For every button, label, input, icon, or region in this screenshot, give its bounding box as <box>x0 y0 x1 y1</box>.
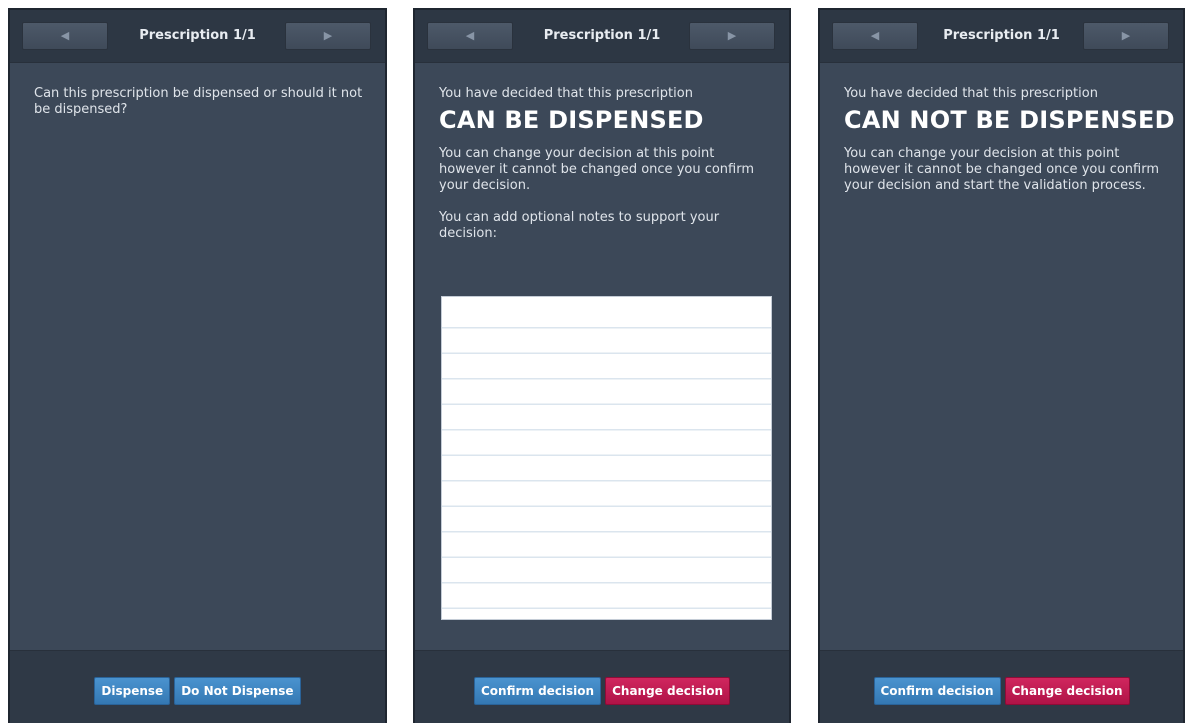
decision-panel-not-dispense: ◀ Prescription 1/1 ▶ You have decided th… <box>818 8 1185 723</box>
previous-prescription-button[interactable]: ◀ <box>832 22 918 50</box>
decision-panel-dispense: ◀ Prescription 1/1 ▶ You have decided th… <box>413 8 791 723</box>
panel-footer: Dispense Do Not Dispense <box>10 650 385 723</box>
arrow-left-icon: ◀ <box>870 29 880 42</box>
panel-footer: Confirm decision Change decision <box>415 650 789 723</box>
change-decision-button[interactable]: Change decision <box>605 677 730 705</box>
change-decision-button[interactable]: Change decision <box>1004 677 1130 705</box>
dispense-question: Can this prescription be dispensed or sh… <box>34 86 363 117</box>
previous-prescription-button[interactable]: ◀ <box>427 22 513 50</box>
previous-prescription-button[interactable]: ◀ <box>22 22 108 50</box>
action-buttons: Confirm decision Change decision <box>820 677 1183 705</box>
panel-content: You have decided that this prescription … <box>844 86 1175 210</box>
action-buttons: Dispense Do Not Dispense <box>10 677 385 705</box>
panel-footer: Confirm decision Change decision <box>820 650 1183 723</box>
decision-notes-input[interactable] <box>441 296 772 620</box>
decision-info: You can change your decision at this poi… <box>439 146 755 193</box>
arrow-left-icon: ◀ <box>465 29 475 42</box>
decision-intro: You have decided that this prescription <box>844 86 1098 101</box>
decision-intro: You have decided that this prescription <box>439 86 693 101</box>
decision-panel-initial: ◀ Prescription 1/1 ▶ Can this prescripti… <box>8 8 387 723</box>
next-prescription-button[interactable]: ▶ <box>689 22 775 50</box>
next-prescription-button[interactable]: ▶ <box>1083 22 1169 50</box>
arrow-right-icon: ▶ <box>323 29 333 42</box>
arrow-right-icon: ▶ <box>727 29 737 42</box>
next-prescription-button[interactable]: ▶ <box>285 22 371 50</box>
panel-header: ◀ Prescription 1/1 ▶ <box>10 10 385 63</box>
action-buttons: Confirm decision Change decision <box>415 677 789 705</box>
confirm-decision-button[interactable]: Confirm decision <box>474 677 602 705</box>
decision-info: You can change your decision at this poi… <box>844 146 1160 193</box>
arrow-right-icon: ▶ <box>1121 29 1131 42</box>
panel-header: ◀ Prescription 1/1 ▶ <box>820 10 1183 63</box>
dispense-button[interactable]: Dispense <box>94 677 171 705</box>
decision-heading: CAN BE DISPENSED <box>439 106 704 134</box>
panel-header: ◀ Prescription 1/1 ▶ <box>415 10 789 63</box>
panel-content: You have decided that this prescription … <box>439 86 769 258</box>
decision-heading: CAN NOT BE DISPENSED <box>844 106 1175 134</box>
do-not-dispense-button[interactable]: Do Not Dispense <box>174 677 301 705</box>
confirm-decision-button[interactable]: Confirm decision <box>873 677 1001 705</box>
arrow-left-icon: ◀ <box>60 29 70 42</box>
notes-label: You can add optional notes to support yo… <box>439 210 720 241</box>
panel-content: Can this prescription be dispensed or sh… <box>34 86 365 118</box>
